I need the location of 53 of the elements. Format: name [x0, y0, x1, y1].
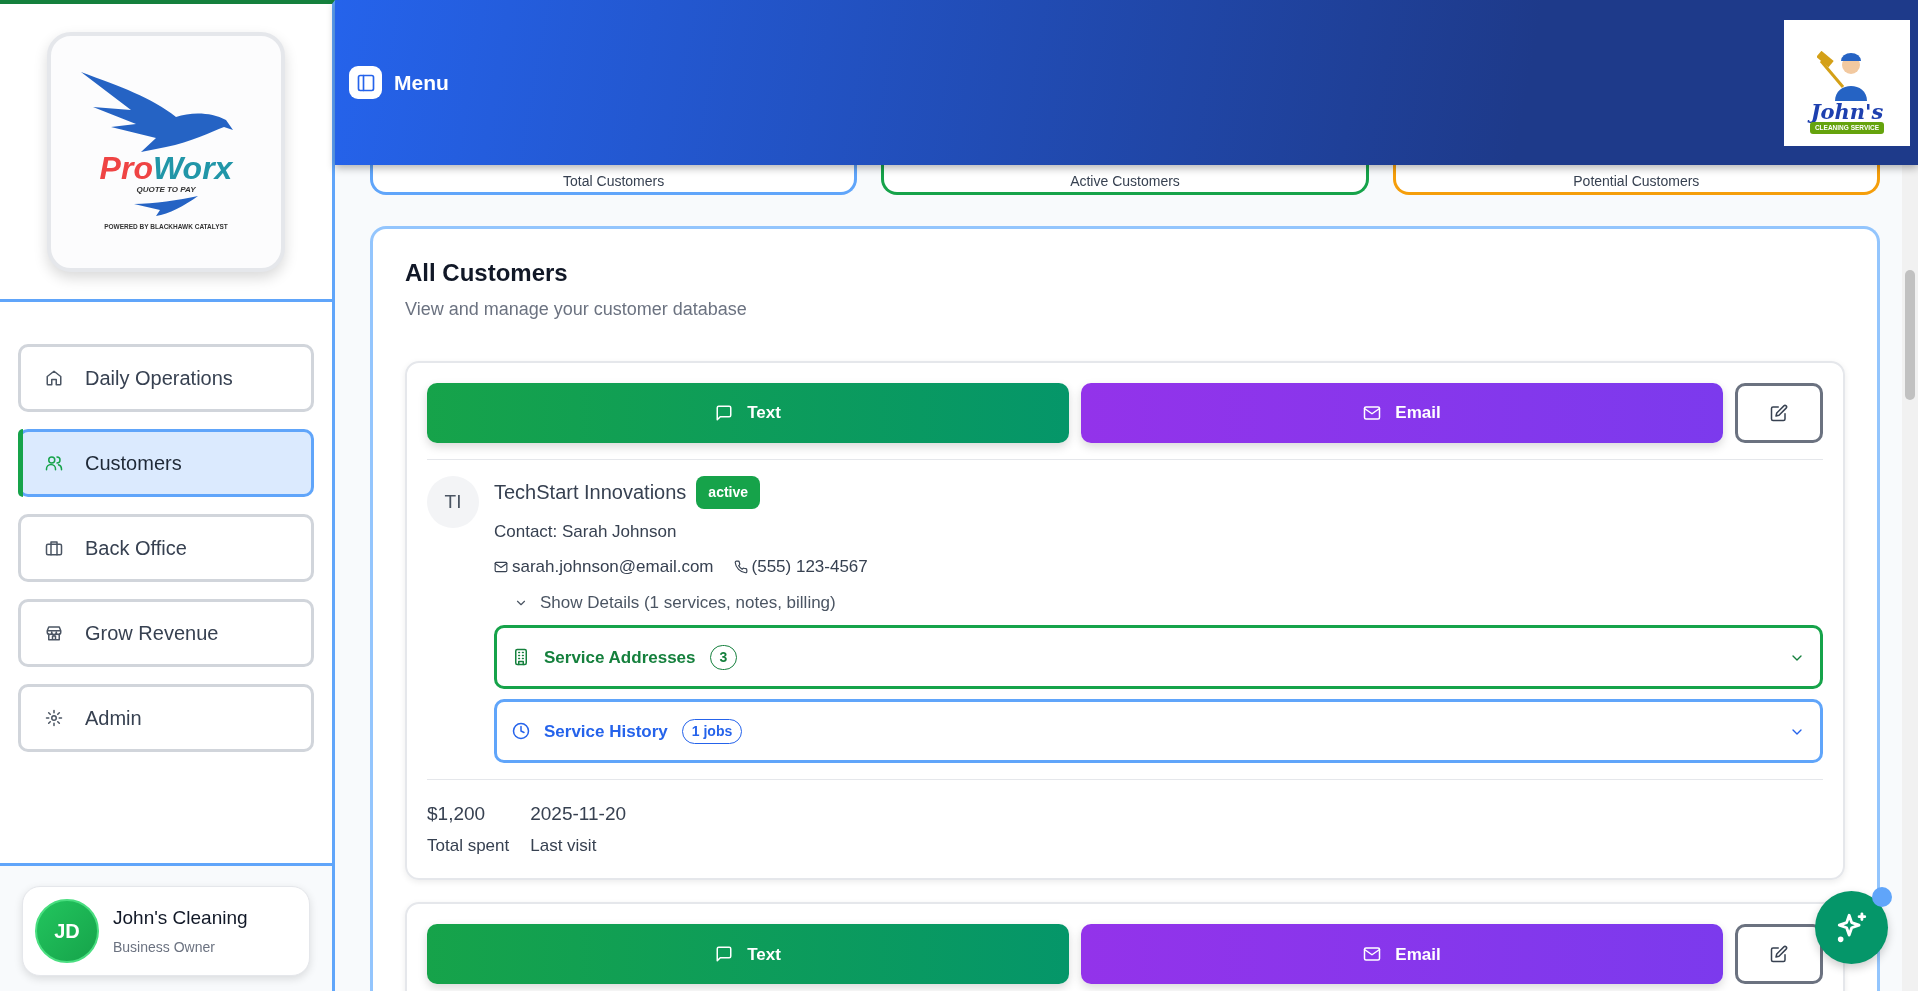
- nav-item[interactable]: Grow Revenue: [18, 599, 314, 667]
- house-icon: [45, 369, 63, 387]
- scrollbar-thumb[interactable]: [1905, 270, 1915, 400]
- user-role: Business Owner: [113, 937, 216, 957]
- chat-icon: [715, 945, 734, 964]
- total-spent-value: $1,200: [427, 802, 487, 827]
- nav-item[interactable]: Admin: [18, 684, 314, 752]
- nav-item[interactable]: Back Office: [18, 514, 314, 582]
- email-button[interactable]: Email: [1081, 924, 1723, 985]
- phone-icon: [733, 560, 748, 575]
- user-avatar: JD: [35, 899, 99, 963]
- briefcase-icon: [45, 539, 63, 557]
- panel-title: All Customers: [405, 259, 569, 288]
- notification-dot: [1872, 887, 1892, 907]
- status-badge: active: [696, 475, 761, 509]
- chat-icon: [715, 403, 734, 422]
- brand-name: ProWorx: [99, 151, 233, 184]
- menu-button[interactable]: Menu: [349, 66, 449, 99]
- text-button[interactable]: Text: [427, 924, 1069, 985]
- building-icon: [512, 648, 530, 667]
- last-visit-label: Last visit: [530, 834, 598, 857]
- stat-card: Potential Customers: [1392, 165, 1880, 195]
- edit-button[interactable]: [1735, 924, 1823, 985]
- nav-item[interactable]: Customers: [18, 429, 314, 497]
- email-button[interactable]: Email: [1081, 382, 1723, 443]
- contact-name: Contact: Sarah Johnson: [494, 520, 678, 543]
- mail-icon: [494, 560, 508, 575]
- clock-icon: [512, 722, 530, 741]
- user-name: John's Cleaning: [113, 906, 248, 931]
- email-text: sarah.johnson@email.com: [494, 554, 714, 580]
- storefront-icon: [45, 624, 63, 642]
- wing-icon: [134, 195, 198, 216]
- nav-item[interactable]: Daily Operations: [18, 344, 314, 412]
- tagline: QUOTE TO PAY: [136, 183, 196, 196]
- total-spent-label: Total spent: [427, 834, 510, 857]
- text-button[interactable]: Text: [427, 382, 1069, 443]
- stat-card: Total Customers: [370, 165, 858, 195]
- sidebar-toggle-icon: [355, 72, 376, 93]
- service-addresses-section[interactable]: Service Addresses 3: [494, 625, 1823, 690]
- edit-icon: [1770, 403, 1788, 422]
- panel-subtitle: View and manage your customer database: [405, 297, 748, 321]
- details-toggle[interactable]: Show Details (1 services, notes, billing): [514, 589, 1823, 616]
- edit-button[interactable]: [1735, 382, 1823, 443]
- users-icon: [45, 454, 63, 472]
- edit-icon: [1770, 945, 1788, 964]
- customer-name: TechStart Innovations: [494, 480, 687, 506]
- phone-text: (555) 123-4567: [733, 554, 868, 580]
- mail-icon: [1363, 945, 1382, 964]
- last-visit-value: 2025-11-20: [530, 802, 626, 827]
- service-history-section[interactable]: Service History 1 jobs: [494, 699, 1823, 764]
- mail-icon: [1363, 403, 1382, 422]
- customer-avatar: TI: [427, 475, 479, 528]
- stat-card: Active Customers: [881, 165, 1369, 195]
